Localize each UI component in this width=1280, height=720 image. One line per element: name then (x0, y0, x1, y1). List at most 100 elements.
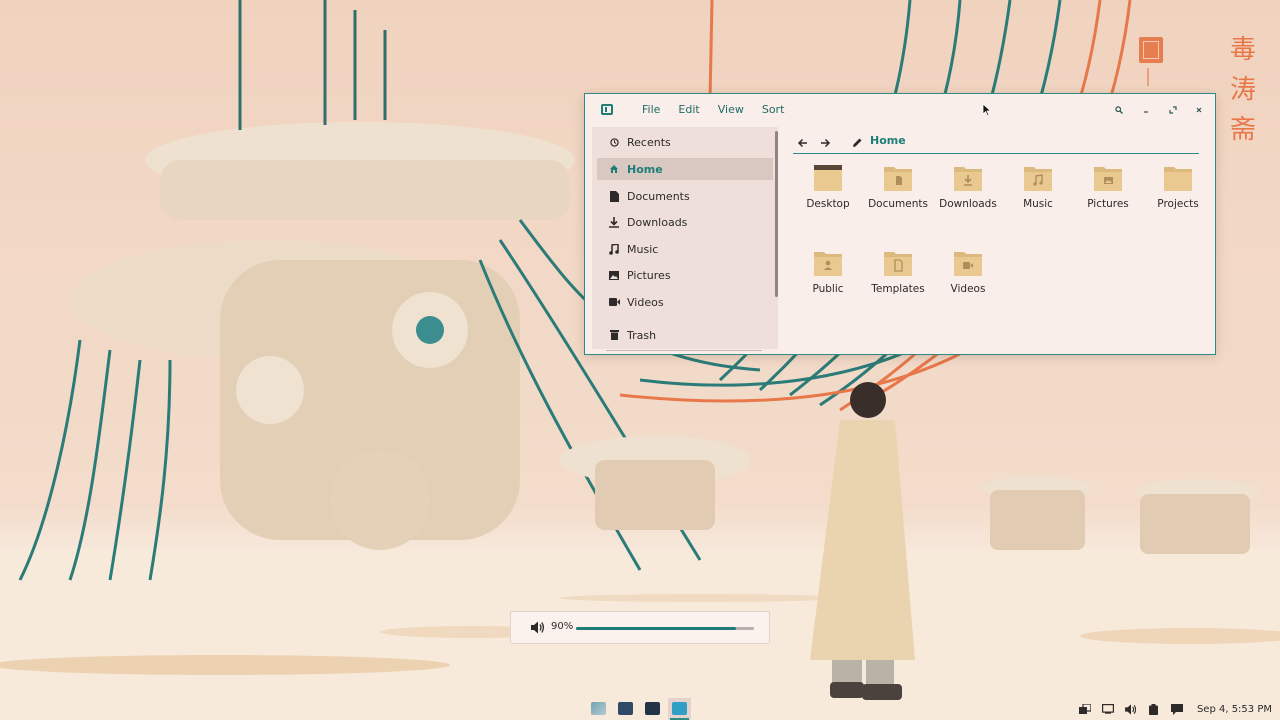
sidebar-item-documents[interactable]: Documents (597, 185, 773, 207)
taskbar (587, 698, 691, 720)
places-sidebar: Recents Home Documents Downloads Music P… (592, 127, 778, 351)
menu-file[interactable]: File (633, 102, 669, 118)
wallpaper-glyph: 斋 (1229, 115, 1256, 145)
window-switcher-icon (1078, 703, 1091, 714)
edit-path-button[interactable] (851, 134, 865, 148)
folder-tile[interactable]: Projects (1143, 162, 1213, 236)
templates-folder-icon (883, 249, 913, 277)
clock-icon (607, 137, 621, 147)
taskbar-app-files[interactable] (668, 698, 691, 720)
sidebar-item-label: Music (627, 242, 659, 256)
sidebar-item-music[interactable]: Music (597, 238, 773, 260)
downloads-folder-icon (953, 164, 983, 192)
folder-tile[interactable]: Documents (863, 162, 933, 236)
videos-folder-icon (953, 249, 983, 277)
sidebar-item-label: Home (627, 162, 663, 176)
sidebar-item-trash[interactable]: Trash (597, 324, 773, 346)
image-viewer-icon (591, 702, 606, 715)
folder-tile[interactable]: Pictures (1073, 162, 1143, 236)
sidebar-item-label: Videos (627, 295, 664, 309)
folder-label: Documents (868, 198, 928, 210)
menu-sort[interactable]: Sort (753, 102, 794, 118)
folder-label: Videos (950, 283, 986, 295)
seal-stamp (1139, 37, 1163, 63)
file-manager-app-icon[interactable] (601, 104, 613, 115)
minimize-button[interactable] (1138, 102, 1154, 118)
tray-app-button[interactable] (1078, 702, 1092, 716)
sidebar-item-recents[interactable]: Recents (597, 131, 773, 153)
documents-folder-icon (883, 164, 913, 192)
trash-icon (607, 330, 621, 340)
taskbar-app-terminal[interactable] (641, 698, 664, 720)
tray-display-button[interactable] (1101, 702, 1115, 716)
folder-label: Music (1023, 198, 1053, 210)
clipboard-icon (1149, 703, 1159, 715)
menu-view[interactable]: View (709, 102, 753, 118)
tray-notifications-button[interactable] (1170, 702, 1184, 716)
public-folder-icon (813, 249, 843, 277)
close-icon (1196, 107, 1202, 113)
file-manager-window: File Edit View Sort Recents Home Documen… (584, 93, 1216, 355)
volume-slider[interactable] (576, 627, 754, 630)
music-icon (607, 243, 621, 255)
minimize-icon (1144, 111, 1148, 113)
wallpaper-glyph: 涛 (1229, 75, 1256, 105)
terminal-icon (645, 702, 660, 715)
desktop-folder-icon (813, 164, 843, 192)
taskbar-app-image-viewer[interactable] (587, 698, 610, 720)
download-icon (607, 216, 621, 228)
system-monitor-icon (618, 702, 633, 715)
volume-slider-fill (576, 627, 737, 630)
sidebar-scrollbar[interactable] (775, 131, 778, 297)
folder-tile[interactable]: Desktop (793, 162, 863, 236)
folder-tile[interactable]: Public (793, 247, 863, 321)
back-button[interactable] (797, 134, 811, 148)
arrow-left-icon (797, 138, 807, 148)
sidebar-item-label: Pictures (627, 268, 671, 282)
system-tray: Sep 4, 5:53 PM (1078, 700, 1272, 718)
tray-volume-button[interactable] (1124, 702, 1138, 716)
folder-tile[interactable]: Videos (933, 247, 1003, 321)
seal-inscription (1147, 68, 1149, 86)
wallpaper-calligraphy: 毒 涛 斋 (1230, 30, 1256, 150)
files-icon (672, 702, 687, 715)
document-icon (607, 190, 621, 202)
folder-tile[interactable]: Templates (863, 247, 933, 321)
sidebar-item-label: Trash (627, 328, 657, 342)
pencil-icon (853, 138, 862, 147)
folder-label: Public (812, 283, 844, 295)
picture-icon (607, 270, 621, 280)
sidebar-item-home[interactable]: Home (597, 158, 773, 180)
forward-button[interactable] (819, 134, 833, 148)
music-folder-icon (1023, 164, 1053, 192)
window-titlebar[interactable]: File Edit View Sort (585, 94, 1215, 126)
menu-edit[interactable]: Edit (669, 102, 708, 118)
menu-bar: File Edit View Sort (633, 102, 793, 118)
maximize-icon (1169, 106, 1177, 114)
folder-tile[interactable]: Music (1003, 162, 1073, 236)
folder-icon (1163, 164, 1193, 192)
arrow-right-icon (821, 138, 831, 148)
close-button[interactable] (1191, 102, 1207, 118)
path-bar: Home (793, 130, 1199, 154)
folder-tile[interactable]: Downloads (933, 162, 1003, 236)
path-bar-underline (793, 153, 1199, 154)
folder-label: Desktop (806, 198, 850, 210)
sidebar-item-videos[interactable]: Videos (597, 291, 773, 313)
sidebar-item-label: Downloads (627, 215, 688, 229)
taskbar-app-system-monitor[interactable] (614, 698, 637, 720)
speaker-icon (1125, 703, 1137, 715)
search-icon (1115, 106, 1123, 114)
tray-clipboard-button[interactable] (1147, 702, 1161, 716)
home-icon (607, 164, 621, 174)
sidebar-item-downloads[interactable]: Downloads (597, 211, 773, 233)
folder-label: Downloads (939, 198, 997, 210)
search-button[interactable] (1111, 102, 1127, 118)
panel-clock[interactable]: Sep 4, 5:53 PM (1197, 704, 1272, 715)
maximize-button[interactable] (1165, 102, 1181, 118)
sidebar-item-label: Documents (627, 189, 690, 203)
breadcrumb-home[interactable]: Home (870, 134, 906, 147)
sidebar-item-pictures[interactable]: Pictures (597, 264, 773, 286)
mouse-cursor-icon (982, 103, 992, 117)
volume-osd: 90% (510, 611, 770, 644)
